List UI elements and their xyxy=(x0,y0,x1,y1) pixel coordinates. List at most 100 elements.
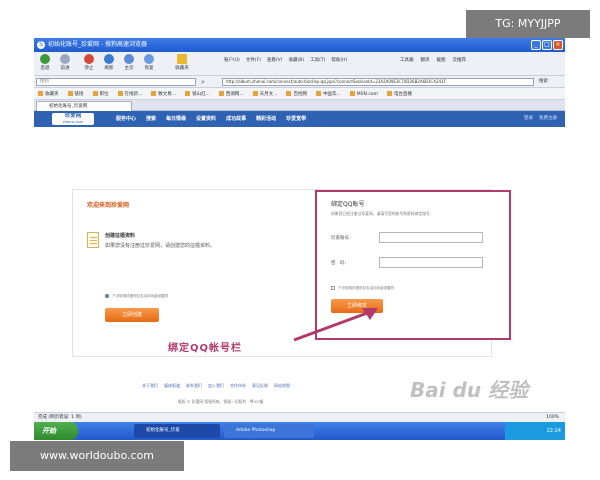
home-icon xyxy=(124,54,134,64)
bind-qq-hint: 如果您已经注册过珍爱网，请填写您的账号和密码绑定账号： xyxy=(331,211,434,216)
remember-option-bind[interactable]: 下次使用珍爱网交友活动功能设置同 xyxy=(331,286,394,291)
tab-strip: 初始化账号_珍爱网 xyxy=(34,100,565,111)
annotation-arrow-icon xyxy=(293,308,378,342)
tab-active[interactable]: 初始化账号_珍爱网 xyxy=(36,101,132,111)
zoom-level[interactable]: 100% xyxy=(546,413,559,422)
document-icon xyxy=(87,232,99,248)
menu-view[interactable]: 查看(V) xyxy=(267,57,283,63)
search-input[interactable]: 搜狗 xyxy=(36,78,196,86)
nav-service-center[interactable]: 服务中心 xyxy=(116,111,136,127)
browser-screenshot: S 初始化账号_珍爱网 - 搜狗高速浏览器 _ □ × 后退 前进 停止 刷新 … xyxy=(34,38,565,440)
annotation-label: 绑定QQ帐号栏 xyxy=(168,343,243,354)
cloud-recommend-button[interactable]: 云推荐 xyxy=(453,57,467,63)
taskbar-item-photoshop[interactable]: Adobe Photoshop xyxy=(224,424,314,438)
back-arrow-icon xyxy=(40,54,50,64)
nav-events[interactable]: 精彩活动 xyxy=(256,111,276,127)
nav-success-stories[interactable]: 成功故事 xyxy=(226,111,246,127)
welcome-heading: 欢迎来到珍爱网 xyxy=(87,202,130,209)
page-content: 欢迎来到珍爱网 创建征婚资料 如果您没有注册过珍爱网，请创建您的征婚资料。 下次… xyxy=(54,127,546,381)
watermark-tg-label: TG: MYYJJPP xyxy=(466,10,590,38)
home-button[interactable]: 主页 xyxy=(120,54,138,71)
menu-tools[interactable]: 工具(T) xyxy=(310,57,325,63)
forward-arrow-icon xyxy=(60,54,70,64)
start-button[interactable]: 开始 xyxy=(34,422,78,440)
nav-search[interactable]: 搜索 xyxy=(146,111,156,127)
go-button[interactable]: 搜索 xyxy=(539,78,548,86)
login-link[interactable]: 登录 xyxy=(524,111,533,127)
favorites-item[interactable]: 中国华... xyxy=(316,91,341,97)
checkbox-remember-bind[interactable] xyxy=(331,286,335,290)
remember-option-create[interactable]: 下次使用珍爱网交友活动功能设置同 xyxy=(105,294,168,299)
menu-favorites[interactable]: 收藏(B) xyxy=(289,57,305,63)
favorites-item[interactable]: 数文易... xyxy=(151,91,176,97)
password-input[interactable] xyxy=(379,257,483,268)
favorites-item[interactable]: 电台直播 xyxy=(387,91,412,97)
menu-help[interactable]: 帮助(H) xyxy=(331,57,347,63)
address-bar: 搜狗 ⌕ http://album.zhenai.com/connect/aut… xyxy=(34,76,565,88)
refresh-icon xyxy=(104,54,114,64)
watermark-site-label: www.worldoubo.com xyxy=(10,441,184,471)
menu-bar: 账户(U) 文件(F) 查看(V) 收藏(B) 工具(T) 帮助(H) xyxy=(224,57,347,63)
restore-icon xyxy=(144,54,154,64)
stop-icon xyxy=(84,54,94,64)
toolbar-extras: 工具箱 翻译 截图 云推荐 xyxy=(400,57,466,63)
stop-button[interactable]: 停止 xyxy=(80,54,98,71)
nav-profile-settings[interactable]: 设置资料 xyxy=(196,111,216,127)
nav-broadband[interactable]: 珍爱宽带 xyxy=(286,111,306,127)
favorites-item[interactable]: 在线新... xyxy=(118,91,143,97)
footer-link-join[interactable]: 加入我们 xyxy=(208,383,224,389)
checkbox-remember-create[interactable] xyxy=(105,294,109,298)
system-tray: 22:24 xyxy=(505,422,565,440)
create-now-button[interactable]: 立即创建 xyxy=(105,308,159,322)
favorites-item[interactable]: 链接 xyxy=(68,91,84,97)
footer-link-contact[interactable]: 联系我们 xyxy=(186,383,202,389)
footer-link-about[interactable]: 关于我们 xyxy=(142,383,158,389)
windows-taskbar: 开始 初始化账号_珍爱 Adobe Photoshop 22:24 xyxy=(34,422,565,440)
translate-button[interactable]: 翻译 xyxy=(421,57,430,63)
minimize-button[interactable]: _ xyxy=(531,40,541,50)
register-link[interactable]: 免费注册 xyxy=(539,111,557,127)
menu-file[interactable]: 文件(F) xyxy=(246,57,261,63)
password-label: 密 码： xyxy=(331,261,349,266)
taskbar-item-browser[interactable]: 初始化账号_珍爱 xyxy=(134,424,220,438)
baidu-watermark: Bai du 经验 xyxy=(410,378,529,402)
footer-links: 关于我们 媒体报道 联系我们 加入我们 合作伙伴 意见反馈 网站地图 xyxy=(142,383,290,389)
clock: 22:24 xyxy=(546,428,561,434)
maximize-button[interactable]: □ xyxy=(542,40,552,50)
copyright-text: 版权 © 珍爱网 版权所有，保留一切权利 · 粤ICP备 xyxy=(178,399,264,404)
account-input[interactable] xyxy=(379,232,483,243)
back-button[interactable]: 后退 xyxy=(36,54,54,71)
footer-link-feedback[interactable]: 意见反馈 xyxy=(252,383,268,389)
window-title-bar: S 初始化账号_珍爱网 - 搜狗高速浏览器 _ □ × xyxy=(34,38,565,52)
status-text: 完成 (网页错误: 1 项) xyxy=(38,415,82,420)
account-label: 珍爱账号： xyxy=(331,236,354,241)
close-button[interactable]: × xyxy=(553,40,563,50)
url-input[interactable]: http://album.zhenai.com/connect/auto-bin… xyxy=(222,78,534,86)
bind-qq-title: 绑定QQ账号 xyxy=(331,201,365,208)
browser-toolbar: 后退 前进 停止 刷新 主页 恢复 收藏夹 账户(U) 文件(F) 查看(V) … xyxy=(34,52,565,76)
refresh-button[interactable]: 刷新 xyxy=(100,54,118,71)
favorites-item[interactable]: MSN.com xyxy=(350,91,378,97)
favorites-item[interactable]: 锁山红... xyxy=(185,91,210,97)
restore-button[interactable]: 恢复 xyxy=(140,54,158,71)
favorites-bar: 收藏夹 链接 职位 在线新... 数文易... 锁山红... 西湖网... 天月… xyxy=(34,88,565,100)
footer-link-press[interactable]: 媒体报道 xyxy=(164,383,180,389)
toolbox-button[interactable]: 工具箱 xyxy=(400,57,414,63)
create-profile-title: 创建征婚资料 xyxy=(105,233,136,239)
favorites-item[interactable]: 职位 xyxy=(93,91,109,97)
footer-link-partners[interactable]: 合作伙伴 xyxy=(230,383,246,389)
favorites-item[interactable]: 百姓网 xyxy=(286,91,307,97)
menu-account[interactable]: 账户(U) xyxy=(224,57,240,63)
site-logo[interactable]: 珍爱网 zhenai.com xyxy=(52,113,94,125)
favorites-item[interactable]: 天月文... xyxy=(253,91,278,97)
nav-daily-match[interactable]: 每日情缘 xyxy=(166,111,186,127)
search-icon[interactable]: ⌕ xyxy=(198,77,208,87)
favorites-item[interactable]: 西湖网... xyxy=(219,91,244,97)
star-icon xyxy=(177,54,187,64)
favorites-item[interactable]: 收藏夹 xyxy=(38,91,59,97)
favorites-button[interactable]: 收藏夹 xyxy=(170,54,194,71)
footer-link-sitemap[interactable]: 网站地图 xyxy=(274,383,290,389)
forward-button[interactable]: 前进 xyxy=(56,54,74,71)
create-profile-description: 如果您没有注册过珍爱网，请创建您的征婚资料。 xyxy=(105,243,216,249)
screenshot-button[interactable]: 截图 xyxy=(437,57,446,63)
